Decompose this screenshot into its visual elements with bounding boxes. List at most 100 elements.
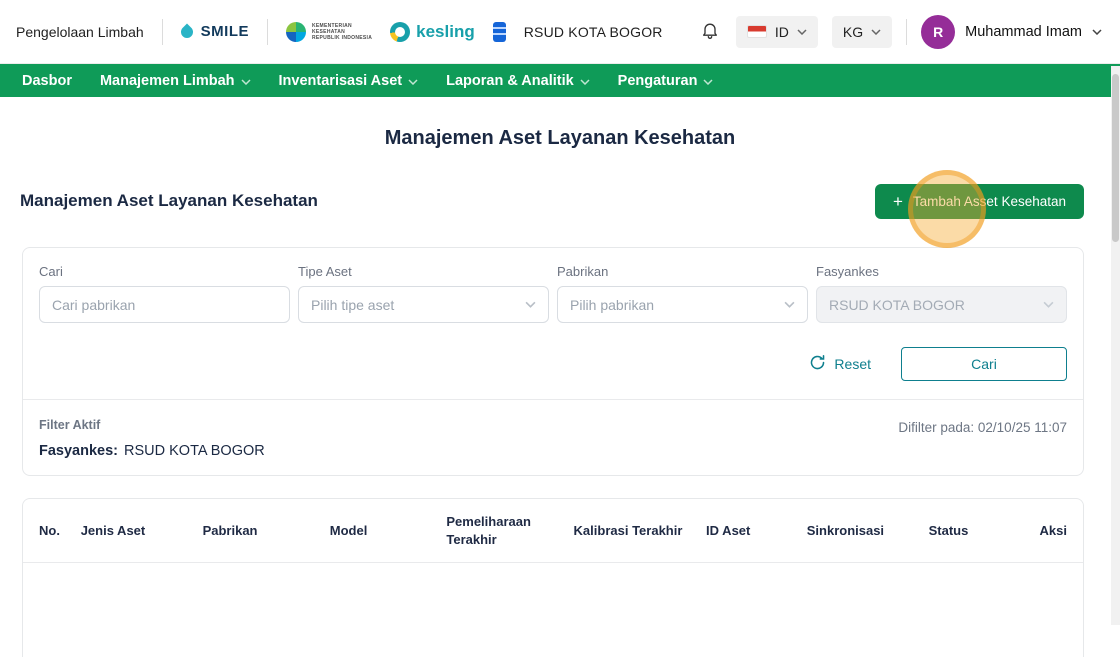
nav-item-manajemen-limbah[interactable]: Manajemen Limbah [100, 73, 251, 89]
top-header: Pengelolaan Limbah SMILE KEMENTERIAN KES… [0, 0, 1120, 64]
col-header-model: Model [319, 499, 437, 564]
search-label: Cari [39, 264, 63, 280]
main-nav: Dasbor Manajemen Limbah Inventarisasi As… [0, 64, 1120, 97]
col-header-pabrikan: Pabrikan [192, 499, 320, 564]
kemenkes-logo: KEMENTERIAN KESEHATAN REPUBLIK INDONESIA [286, 21, 372, 42]
chevron-down-icon [408, 78, 418, 85]
notification-bell-button[interactable] [698, 18, 722, 45]
section-title: Manajemen Aset Layanan Kesehatan [20, 191, 318, 211]
page-title: Manajemen Aset Layanan Kesehatan [384, 127, 736, 149]
nav-item-label: Inventarisasi Aset [278, 72, 403, 89]
add-asset-button[interactable]: + Tambah Asset Kesehatan [874, 183, 1084, 219]
filter-field-type: Tipe Aset Pilih tipe aset [298, 264, 549, 324]
asset-type-select[interactable]: Pilih tipe aset [298, 286, 549, 324]
language-code: ID [774, 23, 789, 40]
chevron-down-icon [871, 28, 881, 35]
filtered-at-timestamp: Difilter pada: 02/10/25 11:07 [898, 420, 1067, 436]
section-header-row: Manajemen Aset Layanan Kesehatan + Tamba… [20, 169, 1084, 248]
kemenkes-line: REPUBLIK INDONESIA [312, 34, 373, 41]
scrollbar-thumb[interactable] [1112, 74, 1119, 242]
facility-building-icon [492, 21, 506, 42]
reset-label: Reset [834, 356, 871, 373]
filter-field-search: Cari [39, 264, 290, 324]
active-filter-block: Filter Aktif Fasyankes: RSUD KOTA BOGOR [39, 418, 265, 459]
table-body-empty [23, 563, 1083, 657]
chevron-down-icon [703, 78, 713, 85]
nav-item-dasbor[interactable]: Dasbor [22, 73, 72, 89]
divider [906, 18, 908, 45]
reset-button[interactable]: Reset [803, 353, 877, 375]
active-filter-line: Fasyankes: RSUD KOTA BOGOR [39, 443, 265, 459]
kemenkes-logo-text: KEMENTERIAN KESEHATAN REPUBLIK INDONESIA [312, 23, 372, 41]
active-filter-row: Filter Aktif Fasyankes: RSUD KOTA BOGOR D… [39, 418, 1067, 459]
divider [23, 399, 1083, 401]
facility-select-disabled: RSUD KOTA BOGOR [816, 286, 1067, 324]
kesling-logo-text: kesling [416, 21, 475, 41]
smile-drop-icon [178, 23, 196, 40]
user-menu[interactable]: R Muhammad Imam [921, 14, 1102, 49]
empty-table-body [23, 563, 1083, 657]
language-selector[interactable]: ID [735, 15, 818, 48]
asset-table: No. Jenis Aset Pabrikan Model Pemelihara… [23, 499, 1083, 657]
col-header-no: No. [23, 499, 71, 564]
kemenkes-icon [286, 21, 306, 42]
smile-logo: SMILE [178, 23, 249, 40]
kesling-logo: kesling [390, 21, 475, 42]
chevron-down-icon [784, 301, 795, 309]
chevron-down-icon [1043, 301, 1054, 309]
facility-value: RSUD KOTA BOGOR [829, 296, 965, 313]
add-button-wrap: + Tambah Asset Kesehatan [874, 169, 1084, 248]
filter-card: Cari Tipe Aset Pilih tipe aset Pabrikan … [22, 247, 1084, 477]
chevron-down-icon [241, 78, 251, 85]
indonesia-flag-icon [746, 25, 767, 38]
col-header-status: Status [918, 499, 1025, 564]
add-asset-button-label: Tambah Asset Kesehatan [912, 193, 1066, 209]
avatar: R [921, 14, 956, 49]
manufacturer-select[interactable]: Pilih pabrikan [557, 286, 808, 324]
active-filter-value: RSUD KOTA BOGOR [124, 443, 265, 460]
bell-icon [700, 20, 720, 43]
filter-field-facility: Fasyankes RSUD KOTA BOGOR [816, 264, 1067, 324]
divider [161, 18, 163, 45]
asset-table-card: No. Jenis Aset Pabrikan Model Pemelihara… [22, 498, 1084, 657]
chevron-down-icon [1092, 28, 1102, 35]
app-title: Pengelolaan Limbah [16, 23, 144, 40]
col-header-sinkronisasi: Sinkronisasi [796, 499, 919, 564]
header-right: ID KG R Muhammad Imam [698, 14, 1102, 49]
nav-item-inventarisasi-aset[interactable]: Inventarisasi Aset [279, 73, 419, 89]
user-name: Muhammad Imam [965, 23, 1082, 40]
main-content: Manajemen Aset Layanan Kesehatan Manajem… [0, 127, 1120, 657]
nav-item-label: Pengaturan [617, 72, 698, 89]
org-name: RSUD KOTA BOGOR [523, 23, 663, 40]
nav-item-laporan-analitik[interactable]: Laporan & Analitik [446, 73, 590, 89]
facility-label: Fasyankes [816, 264, 879, 280]
asset-type-label: Tipe Aset [298, 264, 352, 280]
col-header-pemeliharaan-terakhir: Pemeliharaan Terakhir [436, 499, 564, 564]
header-left: Pengelolaan Limbah SMILE KEMENTERIAN KES… [16, 18, 663, 45]
unit-code: KG [842, 23, 864, 40]
kesling-icon [390, 21, 411, 42]
search-input[interactable] [39, 286, 290, 324]
nav-item-label: Laporan & Analitik [446, 72, 574, 89]
col-header-aksi: Aksi [1024, 499, 1083, 564]
nav-item-label: Manajemen Limbah [99, 72, 235, 89]
smile-logo-text: SMILE [200, 23, 249, 40]
chevron-down-icon [525, 301, 536, 309]
divider [267, 18, 268, 45]
search-submit-button[interactable]: Cari [901, 347, 1067, 382]
filter-grid: Cari Tipe Aset Pilih tipe aset Pabrikan … [39, 264, 1067, 324]
nav-item-label: Dasbor [22, 72, 72, 89]
manufacturer-placeholder: Pilih pabrikan [570, 296, 655, 313]
col-header-id-aset: ID Aset [696, 499, 797, 564]
refresh-icon [809, 354, 826, 374]
manufacturer-label: Pabrikan [557, 264, 609, 280]
table-header-row: No. Jenis Aset Pabrikan Model Pemelihara… [23, 499, 1083, 564]
vertical-scrollbar[interactable] [1111, 66, 1120, 625]
unit-selector[interactable]: KG [831, 15, 893, 48]
plus-icon: + [892, 191, 903, 211]
chevron-down-icon [580, 78, 590, 85]
nav-item-pengaturan[interactable]: Pengaturan [618, 73, 714, 89]
asset-type-placeholder: Pilih tipe aset [311, 296, 395, 313]
active-filter-title: Filter Aktif [39, 418, 101, 433]
filter-actions: Reset Cari [39, 347, 1067, 382]
